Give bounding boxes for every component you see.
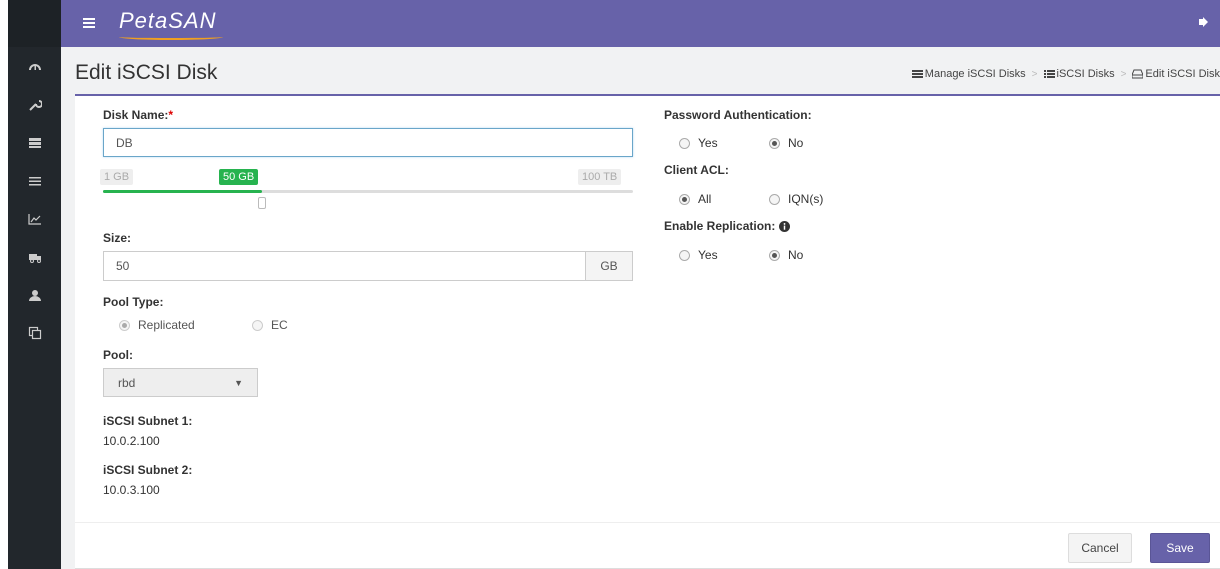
password-auth-yes-radio[interactable]: Yes	[679, 136, 718, 150]
radio-dot	[769, 249, 780, 261]
pool-label: Pool:	[103, 348, 133, 362]
sidebar	[8, 0, 61, 569]
subnet1-label: iSCSI Subnet 1:	[103, 414, 193, 428]
list-icon	[28, 177, 41, 186]
radio-label: Yes	[698, 248, 718, 262]
sidebar-item-dashboard[interactable]	[8, 52, 61, 82]
radio-dot	[119, 319, 130, 331]
hdd-icon	[1132, 69, 1144, 79]
disk-name-value: DB	[116, 135, 133, 150]
radio-label: All	[698, 192, 712, 206]
slider-min-label: 1 GB	[100, 169, 134, 185]
disk-name-input[interactable]: DB	[103, 128, 633, 157]
server-icon	[911, 70, 923, 78]
truck-icon	[28, 254, 41, 263]
dashboard-icon	[28, 64, 41, 70]
sidebar-item-statistics[interactable]	[8, 204, 61, 234]
radio-dot	[769, 137, 780, 149]
subnet2-label: iSCSI Subnet 2:	[103, 463, 193, 477]
size-unit-addon: GB	[586, 251, 633, 281]
copy-icon	[28, 326, 41, 340]
save-button[interactable]: Save	[1150, 533, 1210, 563]
required-mark: *	[168, 108, 174, 122]
slider-current-label: 50 GB	[219, 169, 259, 185]
client-acl-all-radio[interactable]: All	[679, 192, 711, 206]
cancel-button[interactable]: Cancel	[1068, 533, 1132, 563]
slider-max-label: 100 TB	[578, 169, 622, 185]
users-icon	[28, 290, 41, 301]
menu-toggle-icon[interactable]	[83, 14, 97, 32]
radio-label: Replicated	[138, 318, 195, 332]
size-label: Size:	[103, 231, 132, 245]
breadcrumb-separator: >	[1120, 68, 1127, 80]
replication-no-radio[interactable]: No	[769, 248, 803, 262]
size-value: 50	[116, 259, 130, 273]
pool-type-label: Pool Type:	[103, 295, 164, 309]
brand-logo[interactable]: PetaSAN	[119, 8, 217, 34]
radio-label: EC	[271, 318, 288, 332]
radio-dot	[679, 137, 690, 149]
form-footer-divider	[75, 522, 1220, 523]
pool-select[interactable]: rbd ▼	[103, 368, 258, 397]
disk-name-label-text: Disk Name:	[103, 108, 169, 122]
replication-yes-radio[interactable]: Yes	[679, 248, 718, 262]
sidebar-item-copy[interactable]	[8, 318, 61, 348]
caret-down-icon: ▼	[234, 377, 243, 388]
sidebar-item-transfer[interactable]	[8, 242, 61, 272]
size-slider-fill	[103, 190, 262, 193]
pool-select-value: rbd	[118, 375, 136, 390]
size-slider-handle[interactable]	[258, 197, 266, 209]
breadcrumb-item-manage[interactable]: Manage iSCSI Disks	[925, 68, 1026, 80]
radio-dot	[769, 193, 780, 205]
sidebar-item-list[interactable]	[8, 166, 61, 196]
breadcrumb-item-edit: Edit iSCSI Disk	[1145, 68, 1220, 80]
subnet2-value: 10.0.3.100	[103, 483, 160, 497]
main-content: Edit iSCSI Disk Manage iSCSI Disks > iSC…	[61, 47, 1220, 569]
password-auth-no-radio[interactable]: No	[769, 136, 803, 150]
edit-disk-form: Disk Name:* DB 1 GB 50 GB 100 TB Size: 5…	[75, 94, 1220, 569]
sidebar-item-servers[interactable]	[8, 128, 61, 158]
radio-dot	[252, 319, 263, 331]
radio-label: No	[788, 248, 804, 262]
logout-icon[interactable]	[1198, 16, 1210, 28]
client-acl-iqn-radio[interactable]: IQN(s)	[769, 192, 823, 206]
sidebar-item-configuration[interactable]	[8, 90, 61, 120]
sidebar-item-users[interactable]	[8, 280, 61, 310]
top-navbar: PetaSAN	[61, 0, 1220, 47]
replication-label-text: Enable Replication:	[664, 219, 776, 233]
pool-type-replicated-radio[interactable]: Replicated	[119, 318, 195, 332]
radio-label: Yes	[698, 136, 718, 150]
password-auth-label: Password Authentication:	[664, 108, 812, 122]
disk-name-label: Disk Name:*	[103, 108, 173, 122]
brand-swoosh	[119, 34, 223, 40]
radio-label: No	[788, 136, 804, 150]
subnet1-value: 10.0.2.100	[103, 434, 160, 448]
chart-icon	[27, 214, 41, 225]
sidebar-header	[8, 0, 61, 47]
breadcrumb: Manage iSCSI Disks > iSCSI Disks > Edit …	[911, 68, 1220, 80]
wrench-icon	[28, 100, 42, 111]
breadcrumb-separator: >	[1031, 68, 1038, 80]
left-edge	[0, 0, 8, 569]
radio-label: IQN(s)	[788, 192, 824, 206]
replication-label: Enable Replication:	[664, 219, 791, 233]
client-acl-label: Client ACL:	[664, 163, 729, 177]
radio-dot	[679, 249, 690, 261]
list-icon	[1043, 70, 1055, 78]
info-icon[interactable]	[779, 220, 791, 232]
server-icon	[28, 138, 41, 148]
pool-type-ec-radio[interactable]: EC	[252, 318, 288, 332]
breadcrumb-item-disks[interactable]: iSCSI Disks	[1057, 68, 1115, 80]
page-title: Edit iSCSI Disk	[75, 61, 218, 84]
size-input[interactable]: 50	[103, 251, 586, 281]
radio-dot	[679, 193, 690, 205]
